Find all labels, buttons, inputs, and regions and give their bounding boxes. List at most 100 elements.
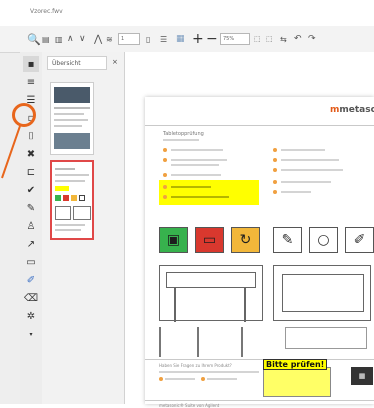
document-title: Tabletopprüfung bbox=[163, 131, 204, 137]
bullet-icon bbox=[273, 168, 277, 172]
calendar-icon: ▣ bbox=[159, 227, 188, 253]
text-line bbox=[281, 149, 325, 151]
bullet-icon bbox=[159, 377, 163, 381]
divider bbox=[145, 125, 374, 126]
thumb-highlight bbox=[55, 186, 69, 191]
title-bar: Vzorec.fwv bbox=[0, 0, 374, 27]
settings-tool-icon[interactable]: ✲ bbox=[23, 308, 39, 324]
thumb-line bbox=[55, 229, 81, 231]
stamp-icon[interactable]: ♙ bbox=[23, 218, 39, 234]
drawing-leg bbox=[197, 327, 199, 357]
sticky-note-label[interactable]: Bitte prüfen! bbox=[263, 359, 328, 370]
marker-icon: ✐ bbox=[345, 227, 374, 253]
text-line bbox=[281, 191, 311, 193]
text-line bbox=[281, 169, 343, 171]
divider bbox=[145, 400, 374, 401]
save-icon[interactable]: ▤ bbox=[42, 30, 50, 48]
drawing-leg bbox=[241, 327, 243, 357]
zoom-field[interactable]: 75% bbox=[220, 33, 250, 45]
bullet-icon bbox=[163, 195, 167, 199]
bullet-icon bbox=[273, 158, 277, 162]
bullet-icon bbox=[163, 173, 167, 177]
rectangle-tool-icon[interactable]: ▭ bbox=[23, 254, 39, 270]
sticky-note-annotation[interactable] bbox=[263, 367, 331, 397]
drawing-leg bbox=[159, 327, 161, 357]
text-line bbox=[171, 164, 219, 166]
redo-icon[interactable]: ↷ bbox=[308, 30, 316, 48]
pen-icon: ✎ bbox=[273, 227, 302, 253]
text-tool-icon[interactable]: ≡ bbox=[23, 74, 39, 90]
document-viewport[interactable]: mmetasc Tabletopprüfung ▣ ▭ ↻ ✎ ○ ✐ Habe… bbox=[125, 52, 374, 408]
text-line bbox=[171, 196, 229, 198]
bullet-icon bbox=[163, 185, 167, 189]
window-title: Vzorec.fwv bbox=[30, 8, 63, 15]
thumb-icon bbox=[55, 195, 61, 201]
thumb-line bbox=[55, 224, 85, 226]
thumb-line bbox=[55, 168, 75, 170]
page-thumbnail-2-selected[interactable] bbox=[50, 160, 94, 240]
refresh-icon: ↻ bbox=[231, 227, 260, 253]
text-line bbox=[281, 181, 331, 183]
fit-width-icon[interactable]: ⬚ bbox=[266, 30, 273, 48]
close-icon[interactable]: × bbox=[112, 58, 118, 66]
thumbnail-panel: Übersicht × bbox=[42, 52, 125, 404]
thumb-line bbox=[55, 180, 85, 182]
zoom-in-icon[interactable]: + bbox=[192, 30, 204, 48]
bullet-icon bbox=[273, 190, 277, 194]
hand-icon[interactable]: ☰ bbox=[160, 30, 167, 48]
text-line bbox=[171, 149, 223, 151]
text-line bbox=[281, 159, 339, 161]
bottom-heading: Haben Sie Fragen zu Ihrem Produkt? bbox=[159, 363, 232, 368]
page-number-field[interactable]: 1 bbox=[118, 33, 140, 45]
thumb-line bbox=[54, 119, 88, 121]
thumb-table bbox=[55, 206, 71, 220]
thumb-icon bbox=[79, 195, 85, 201]
last-page-icon[interactable]: ≋ bbox=[106, 30, 113, 48]
page-thumbnail-1[interactable] bbox=[50, 82, 94, 155]
zoom-out-icon[interactable]: − bbox=[206, 30, 218, 48]
select-icon[interactable]: ▦ bbox=[176, 30, 185, 48]
thumb-image bbox=[54, 133, 90, 149]
bullet-icon bbox=[163, 148, 167, 152]
pen-tool-icon[interactable]: ✎ bbox=[23, 200, 39, 216]
thumb-line bbox=[55, 174, 89, 176]
divider bbox=[145, 359, 374, 360]
print-icon[interactable]: ▥ bbox=[55, 30, 63, 48]
rotate-icon[interactable]: ⇆ bbox=[280, 30, 287, 48]
next-page-icon[interactable]: ∨ bbox=[79, 30, 86, 48]
callout-line bbox=[1, 125, 21, 179]
eraser-tool-icon[interactable]: ⌫ bbox=[23, 290, 39, 306]
tab-overview[interactable]: Übersicht bbox=[47, 56, 107, 70]
prev-page-icon[interactable]: ∧ bbox=[67, 30, 74, 48]
logo-mark: m bbox=[330, 105, 340, 115]
drawing-base bbox=[285, 327, 367, 349]
arrow-tool-icon[interactable]: ↗ bbox=[23, 236, 39, 252]
text-line bbox=[171, 159, 227, 161]
thumb-line bbox=[54, 107, 90, 109]
search-icon[interactable]: 🔍 bbox=[27, 30, 41, 48]
fit-icon[interactable]: ⬚ bbox=[254, 30, 261, 48]
text-line bbox=[171, 174, 221, 176]
thumb-line bbox=[54, 125, 82, 127]
page-icon[interactable]: ▯ bbox=[146, 30, 150, 48]
pencil-tool-icon[interactable]: ✐ bbox=[23, 272, 39, 288]
thumb-table bbox=[73, 206, 91, 220]
highlight-annotation[interactable] bbox=[159, 180, 259, 205]
undo-icon[interactable]: ↶ bbox=[294, 30, 302, 48]
circle-icon: ○ bbox=[309, 227, 338, 253]
first-page-icon[interactable]: ⋀ bbox=[94, 30, 102, 48]
drawing-top bbox=[166, 272, 256, 288]
bullet-icon bbox=[201, 377, 205, 381]
table-drawing-left bbox=[159, 265, 263, 322]
toolbar: 🔍 ▤ ▥ ∧ ∨ ⋀ ≋ 1 ▯ ☰ ▦ + − 75% ⬚ ⬚ ⇆ ↶ ↷ bbox=[0, 26, 374, 53]
monitor-icon: ▭ bbox=[195, 227, 224, 253]
bullet-icon bbox=[163, 158, 167, 162]
drawing-screen bbox=[282, 274, 364, 312]
brand-logo: mmetasc bbox=[330, 105, 374, 115]
text-line bbox=[159, 371, 259, 373]
more-tools-icon[interactable]: ▾ bbox=[23, 326, 39, 342]
drawing-leg bbox=[244, 288, 246, 322]
check-tool-icon[interactable]: ✔ bbox=[23, 182, 39, 198]
hand-tool-icon[interactable]: ▪ bbox=[23, 56, 39, 72]
bullet-icon bbox=[273, 148, 277, 152]
